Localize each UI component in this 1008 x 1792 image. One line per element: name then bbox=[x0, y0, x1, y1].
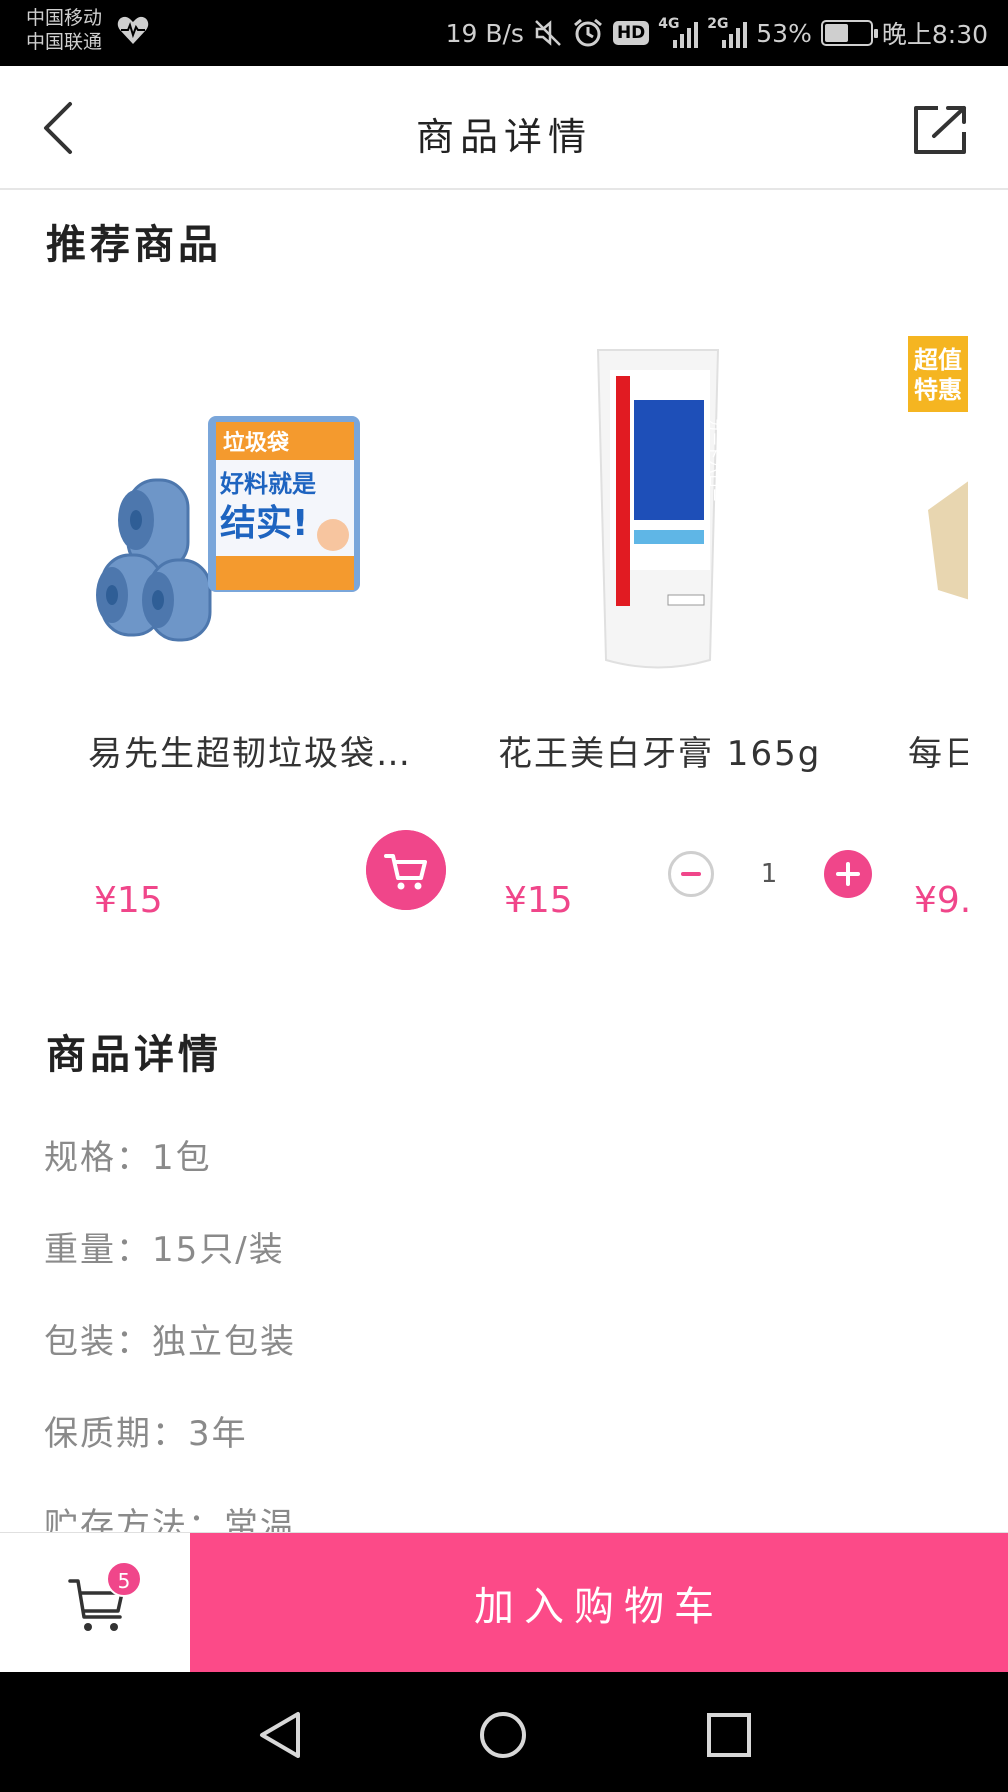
bottom-action-bar: 5 加入购物车 bbox=[0, 1532, 1008, 1673]
product-name[interactable]: 易先生超韧垃圾袋… bbox=[88, 726, 468, 775]
heart-rate-icon bbox=[117, 16, 149, 44]
svg-text:超值: 超值 bbox=[914, 346, 962, 374]
hd-voice-badge: HD bbox=[612, 21, 650, 45]
signal-4g-icon: 4G bbox=[658, 16, 699, 50]
clock: 晚上8:30 bbox=[881, 20, 988, 49]
cart-count-badge: 5 bbox=[106, 1561, 142, 1597]
add-to-cart-button[interactable] bbox=[366, 830, 446, 910]
quantity-value: 1 bbox=[760, 859, 778, 889]
product-image[interactable]: ガードハロー bbox=[498, 330, 898, 690]
recommend-carousel[interactable]: 垃圾袋 好料就是 结实! 易先生超韧垃圾袋… ¥15 ガードハロー 花王美白牙膏… bbox=[0, 300, 968, 940]
status-icons: 19 B/s HD 4G 2G 53% 晚上8:30 bbox=[446, 0, 988, 66]
svg-text:结实!: 结实! bbox=[220, 503, 308, 544]
plus-icon[interactable] bbox=[824, 850, 872, 898]
quantity-stepper: 1 bbox=[668, 850, 872, 898]
product-name[interactable]: 花王美白牙膏 165g bbox=[498, 726, 878, 775]
product-card[interactable]: ガードハロー 花王美白牙膏 165g ¥15 1 bbox=[498, 300, 898, 940]
detail-weight: 重量：15只/装 bbox=[44, 1230, 285, 1270]
mute-icon bbox=[535, 20, 561, 46]
app-screen: 中国移动 中国联通 19 B/s HD 4G 2G 53% 晚上8:30 商品详… bbox=[0, 0, 1008, 1792]
detail-spec: 规格：1包 bbox=[44, 1138, 212, 1178]
carrier-1: 中国移动 bbox=[26, 7, 103, 29]
header-bar: 商品详情 bbox=[0, 66, 1008, 190]
svg-text:垃圾袋: 垃圾袋 bbox=[223, 430, 290, 456]
carrier-info: 中国移动 中国联通 bbox=[26, 6, 102, 54]
product-price: ¥15 bbox=[504, 880, 573, 921]
svg-text:ガードハロー: ガードハロー bbox=[705, 418, 721, 502]
detail-packaging: 包装：独立包装 bbox=[44, 1322, 296, 1362]
status-bar: 中国移动 中国联通 19 B/s HD 4G 2G 53% 晚上8:30 bbox=[0, 0, 1008, 66]
detail-shelf-life: 保质期：3年 bbox=[44, 1414, 248, 1454]
product-name[interactable]: 每日 bbox=[908, 726, 968, 775]
product-card[interactable]: 超值 特惠 每日 ¥9. bbox=[908, 300, 968, 940]
signal-2g-icon: 2G bbox=[707, 16, 748, 50]
nav-back-icon[interactable] bbox=[256, 1710, 306, 1760]
product-price: ¥15 bbox=[94, 880, 163, 921]
product-price: ¥9. bbox=[914, 880, 968, 921]
battery-icon bbox=[820, 20, 878, 46]
network-speed: 19 B/s bbox=[445, 18, 524, 48]
product-image[interactable]: 超值 特惠 bbox=[908, 330, 968, 690]
details-title: 商品详情 bbox=[46, 1032, 222, 1078]
add-to-cart-main-button[interactable]: 加入购物车 bbox=[190, 1533, 1008, 1673]
product-image[interactable]: 垃圾袋 好料就是 结实! bbox=[88, 330, 488, 690]
page-title: 商品详情 bbox=[415, 115, 592, 159]
product-card[interactable]: 垃圾袋 好料就是 结实! 易先生超韧垃圾袋… ¥15 bbox=[88, 300, 488, 940]
svg-text:特惠: 特惠 bbox=[914, 376, 962, 404]
nav-home-icon[interactable] bbox=[478, 1710, 528, 1760]
recommend-title: 推荐商品 bbox=[46, 222, 222, 268]
system-nav-bar bbox=[0, 1672, 1008, 1792]
cart-button[interactable]: 5 bbox=[0, 1533, 190, 1673]
minus-icon[interactable] bbox=[668, 851, 714, 897]
carrier-2: 中国联通 bbox=[26, 31, 103, 53]
nav-recents-icon[interactable] bbox=[704, 1710, 754, 1760]
battery-percent: 53% bbox=[756, 18, 812, 48]
svg-text:好料就是: 好料就是 bbox=[219, 470, 316, 498]
alarm-icon bbox=[573, 18, 602, 47]
share-icon[interactable] bbox=[912, 104, 970, 156]
